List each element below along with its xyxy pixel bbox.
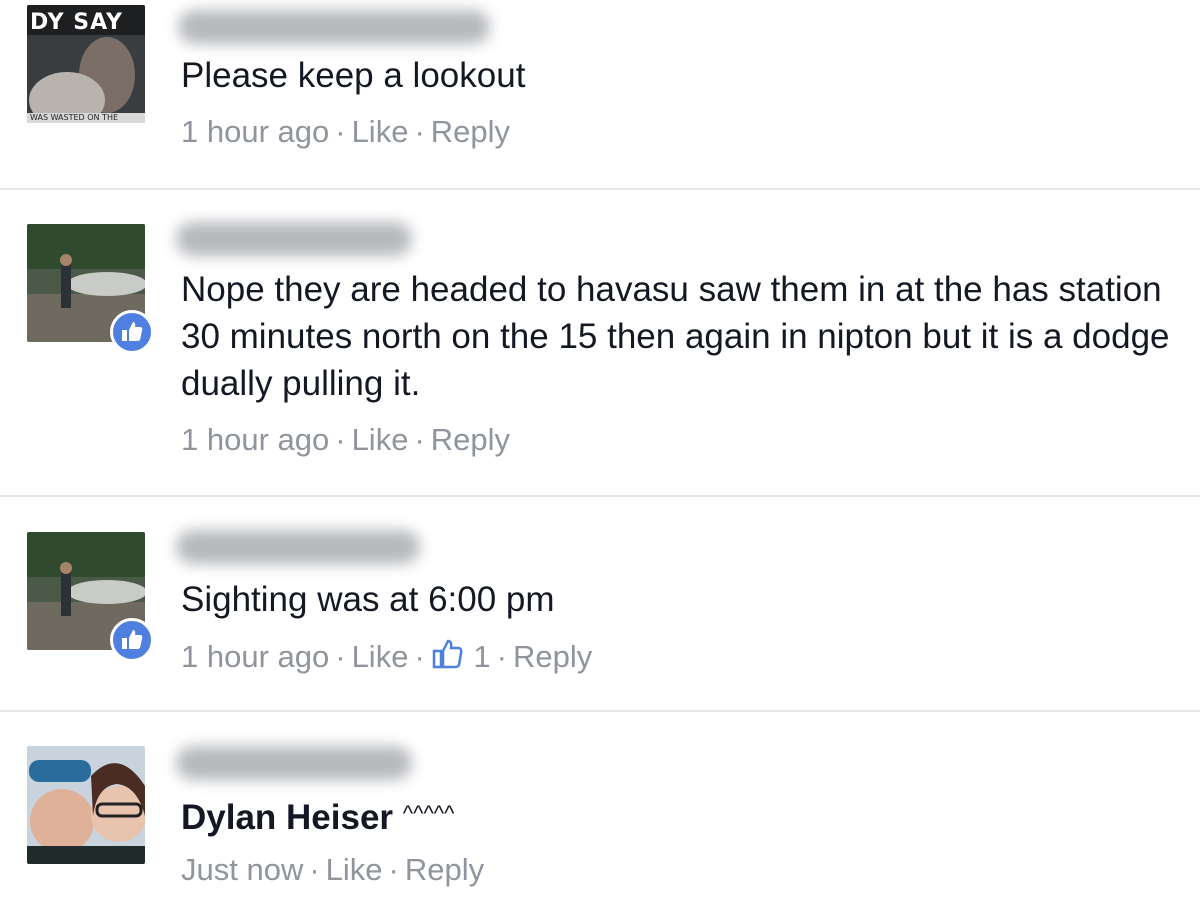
redacted-author-name [176, 222, 412, 256]
like-link[interactable]: Like [326, 852, 383, 888]
like-link[interactable]: Like [352, 114, 409, 150]
like-badge [110, 310, 154, 354]
comment-meta: 1 hour ago · Like · Reply [181, 422, 511, 458]
reply-link[interactable]: Reply [405, 852, 484, 888]
mention-tag[interactable]: Dylan Heiser [181, 798, 393, 837]
avatar-caption: WAS WASTED ON THE [30, 113, 119, 122]
divider [0, 188, 1200, 190]
reply-link[interactable]: Reply [513, 639, 592, 675]
comment-text: Dylan Heiser ^^^^^ [181, 790, 1171, 841]
thumbs-up-icon [122, 322, 143, 341]
comment-body: ^^^^^ [402, 801, 455, 826]
thumbs-up-outline-icon [432, 639, 463, 669]
reply-link[interactable]: Reply [431, 114, 510, 150]
avatar-image-4 [27, 746, 145, 864]
divider [0, 495, 1200, 497]
like-link[interactable]: Like [352, 422, 409, 458]
like-link[interactable]: Like [352, 639, 409, 675]
timestamp[interactable]: 1 hour ago [181, 114, 329, 150]
redacted-author-name [176, 746, 412, 780]
comment-meta: 1 hour ago · Like · Reply [181, 114, 511, 150]
timestamp[interactable]: Just now [181, 852, 303, 888]
comment-text: Sighting was at 6:00 pm [181, 580, 555, 619]
comment-meta: Just now · Like · Reply [181, 852, 485, 888]
reaction-count-number: 1 [473, 639, 491, 674]
avatar[interactable] [27, 746, 145, 864]
divider [0, 710, 1200, 712]
reaction-count[interactable]: 1 [431, 637, 491, 675]
like-badge [110, 618, 154, 662]
comment-meta: 1 hour ago · Like · 1 · Reply [181, 637, 593, 675]
redacted-author-name [178, 10, 490, 44]
comment-text: Please keep a lookout [181, 56, 526, 95]
avatar-overlay-text: DY SAY [30, 10, 123, 35]
reply-link[interactable]: Reply [431, 422, 510, 458]
thumbs-up-icon [122, 630, 143, 649]
redacted-author-name [176, 530, 420, 564]
timestamp[interactable]: 1 hour ago [181, 639, 329, 675]
comment-text: Nope they are headed to havasu saw them … [181, 270, 1170, 403]
timestamp[interactable]: 1 hour ago [181, 422, 329, 458]
